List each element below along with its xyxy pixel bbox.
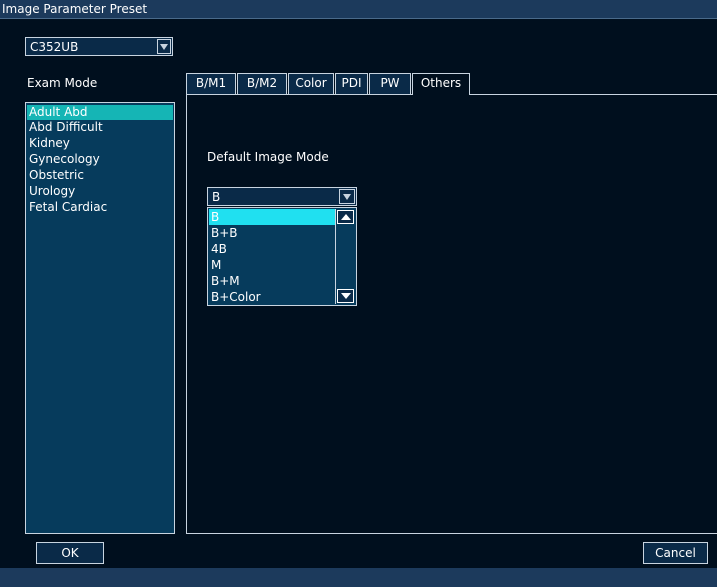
tab-pdi[interactable]: PDI (335, 73, 368, 94)
window-title: Image Parameter Preset (2, 2, 148, 16)
scroll-down-arrow-icon[interactable] (337, 289, 354, 303)
chevron-down-icon[interactable] (157, 39, 171, 54)
default-image-mode-dropdown[interactable]: B B+B 4B M B+M B+Color (207, 207, 357, 306)
ok-button[interactable]: OK (36, 542, 104, 564)
dropdown-option-m[interactable]: M (209, 257, 335, 273)
tab-others[interactable]: Others (412, 73, 470, 95)
default-image-mode-select[interactable]: B (207, 187, 357, 206)
cancel-button[interactable]: Cancel (643, 542, 708, 564)
dropdown-option-b-b[interactable]: B+B (209, 225, 335, 241)
status-bar (0, 568, 717, 587)
tab-b-m1[interactable]: B/M1 (186, 73, 236, 94)
default-image-mode-label: Default Image Mode (207, 150, 329, 164)
dropdown-option-b-color[interactable]: B+Color (209, 289, 335, 305)
probe-select-value: C352UB (30, 40, 79, 54)
exam-mode-item-fetal-cardiac[interactable]: Fetal Cardiac (27, 200, 173, 215)
default-image-mode-value: B (212, 190, 221, 204)
dropdown-option-4b[interactable]: 4B (209, 241, 335, 257)
probe-select[interactable]: C352UB (25, 37, 173, 56)
exam-mode-item-abd-difficult[interactable]: Abd Difficult (27, 120, 173, 135)
exam-mode-label: Exam Mode (27, 76, 98, 90)
tab-b-m2[interactable]: B/M2 (237, 73, 287, 94)
chevron-down-icon[interactable] (339, 189, 355, 204)
dropdown-option-b-m[interactable]: B+M (209, 273, 335, 289)
exam-mode-item-kidney[interactable]: Kidney (27, 136, 173, 151)
exam-mode-item-gynecology[interactable]: Gynecology (27, 152, 173, 167)
exam-mode-item-obstetric[interactable]: Obstetric (27, 168, 173, 183)
dropdown-option-b[interactable]: B (209, 209, 335, 225)
dropdown-scrollbar[interactable] (335, 209, 355, 304)
exam-mode-item-urology[interactable]: Urology (27, 184, 173, 199)
exam-mode-item-adult-abd[interactable]: Adult Abd (27, 105, 173, 120)
exam-mode-list[interactable]: Adult Abd Abd Difficult Kidney Gynecolog… (25, 102, 175, 534)
scroll-up-arrow-icon[interactable] (337, 210, 354, 224)
title-bar: Image Parameter Preset (0, 0, 717, 19)
tab-pw[interactable]: PW (369, 73, 411, 94)
tab-color[interactable]: Color (288, 73, 334, 94)
